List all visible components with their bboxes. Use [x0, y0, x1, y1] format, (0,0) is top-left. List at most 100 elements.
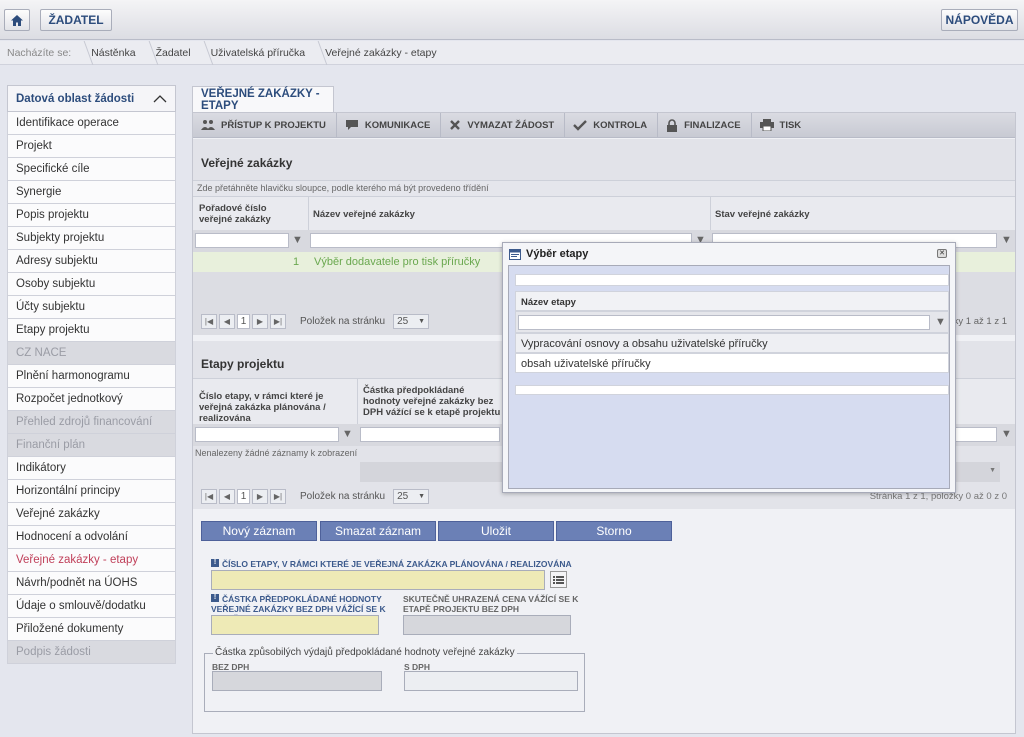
lock-icon: [667, 118, 678, 132]
ep-pager: |◀ ◀ 1 ▶ ▶| Položek na stránku 25 ▼: [201, 489, 430, 504]
sidebar-item-popis-projektu[interactable]: Popis projektu: [7, 204, 176, 227]
list-item[interactable]: Vypracování osnovy a obsahu uživatelské …: [515, 333, 949, 353]
page-size-select[interactable]: 25 ▼: [393, 314, 430, 329]
breadcrumb-item-current: Veřejné zakázky - etapy: [315, 47, 446, 59]
close-icon[interactable]: ✕: [937, 249, 947, 258]
sidebar-item-financni-plan: Finanční plán: [7, 434, 176, 457]
breadcrumb-item-prirucka[interactable]: Uživatelská příručka: [201, 47, 316, 59]
sidebar-item-ucty-subjektu[interactable]: Účty subjektu: [7, 296, 176, 319]
chevron-up-icon[interactable]: [153, 94, 167, 103]
sidebar-item-projekt[interactable]: Projekt: [7, 135, 176, 158]
next-page-icon[interactable]: ▶: [252, 489, 268, 504]
ep-filter-etapa[interactable]: [195, 427, 339, 442]
sidebar-item-etapy-projektu[interactable]: Etapy projektu: [7, 319, 176, 342]
page-size-select[interactable]: 25 ▼: [393, 489, 430, 504]
first-page-icon[interactable]: |◀: [201, 314, 217, 329]
sidebar-item-verejne-zakazky[interactable]: Veřejné zakázky: [7, 503, 176, 526]
checkmark-icon: [573, 120, 588, 131]
sidebar-item-navrh-uohs[interactable]: Návrh/podnět na ÚOHS: [7, 572, 176, 595]
print-button[interactable]: TISK: [752, 113, 812, 138]
sidebar-item-adresy-subjektu[interactable]: Adresy subjektu: [7, 250, 176, 273]
filter-icon[interactable]: ▼: [1001, 428, 1013, 440]
filter-icon[interactable]: ▼: [292, 234, 304, 246]
chat-icon: [345, 120, 358, 130]
ep-filter-castka[interactable]: [360, 427, 500, 442]
page-number[interactable]: 1: [237, 489, 250, 504]
ep-filter-other[interactable]: [953, 427, 997, 442]
vz-col-number[interactable]: Pořadové číslo veřejné zakázky: [199, 203, 299, 225]
finalize-button[interactable]: FINALIZACE: [658, 112, 752, 138]
first-page-icon[interactable]: |◀: [201, 489, 217, 504]
breadcrumb: Nacházíte se: Nástěnka Žadatel Uživatels…: [0, 41, 1024, 65]
sidebar-item-indikatory[interactable]: Indikátory: [7, 457, 176, 480]
vz-col-name[interactable]: Název veřejné zakázky: [313, 209, 415, 220]
filter-icon[interactable]: ▼: [1001, 234, 1013, 246]
etapa-label-text: ČÍSLO ETAPY, V RÁMCI KTERÉ JE VEŘEJNÁ ZA…: [222, 559, 572, 569]
breadcrumb-item-zadatel[interactable]: Žadatel: [146, 47, 201, 59]
dialog-row-1: obsah uživatelské příručky: [521, 358, 651, 370]
list-picker-button[interactable]: [550, 571, 567, 588]
filter-icon[interactable]: ▼: [342, 428, 354, 440]
window-icon: [509, 248, 521, 260]
sidebar-item-hodnoceni[interactable]: Hodnocení a odvolání: [7, 526, 176, 549]
sidebar-item-synergie[interactable]: Synergie: [7, 181, 176, 204]
sidebar-item-plneni-harmonogramu[interactable]: Plnění harmonogramu: [7, 365, 176, 388]
check-button[interactable]: KONTROLA: [565, 112, 659, 138]
sidebar-item-prilozene-dokumenty[interactable]: Přiložené dokumenty: [7, 618, 176, 641]
ep-col-castka[interactable]: Částka předpokládané hodnoty veřejné zak…: [363, 385, 503, 418]
castka-field[interactable]: [211, 615, 379, 635]
ep-section-title: Etapy projektu: [201, 357, 285, 371]
home-button[interactable]: [4, 9, 30, 31]
delete-application-button[interactable]: VYMAZAT ŽÁDOST: [441, 112, 566, 138]
dph-group-legend: Částka způsobilých výdajů předpokládané …: [213, 647, 517, 658]
delete-record-button[interactable]: Smazat záznam: [320, 521, 436, 541]
people-icon: [201, 120, 215, 130]
etapa-field[interactable]: [211, 570, 545, 590]
new-record-button[interactable]: Nový záznam: [201, 521, 317, 541]
list-item[interactable]: obsah uživatelské příručky: [515, 353, 949, 373]
prev-page-icon[interactable]: ◀: [219, 314, 235, 329]
dialog-top-bar: [515, 274, 949, 286]
sidebar-header[interactable]: Datová oblast žádosti: [7, 85, 176, 112]
help-button[interactable]: NÁPOVĚDA: [941, 9, 1018, 31]
communication-button[interactable]: KOMUNIKACE: [337, 112, 442, 138]
required-icon: !: [211, 559, 219, 567]
sidebar-item-cz-nace: CZ NACE: [7, 342, 176, 365]
sidebar-item-rozpocet[interactable]: Rozpočet jednotkový: [7, 388, 176, 411]
filter-icon[interactable]: ▼: [935, 316, 947, 328]
skutecne-field: [403, 615, 571, 635]
zadatel-button[interactable]: ŽADATEL: [40, 9, 112, 31]
last-page-icon[interactable]: ▶|: [270, 314, 286, 329]
ep-col-etapa[interactable]: Číslo etapy, v rámci které je veřejná za…: [199, 391, 339, 424]
dialog-body: Název etapy ▼ Vypracování osnovy a obsah…: [508, 265, 950, 489]
toolbar: PŘÍSTUP K PROJEKTU KOMUNIKACE VYMAZAT ŽÁ…: [193, 112, 1015, 138]
dialog-column-header[interactable]: Název etapy: [515, 291, 949, 311]
vz-col-status[interactable]: Stav veřejné zakázky: [715, 209, 810, 220]
printer-icon: [759, 119, 774, 131]
sidebar-item-vz-etapy[interactable]: Veřejné zakázky - etapy: [7, 549, 176, 572]
cancel-button[interactable]: Storno: [556, 521, 672, 541]
sidebar-item-horizontalni-principy[interactable]: Horizontální principy: [7, 480, 176, 503]
finalize-label: FINALIZACE: [684, 119, 741, 131]
sidebar-item-identifikace[interactable]: Identifikace operace: [7, 112, 176, 135]
save-button[interactable]: Uložit: [438, 521, 554, 541]
dialog-row-0: Vypracování osnovy a obsahu uživatelské …: [521, 338, 768, 350]
sidebar-item-osoby-subjektu[interactable]: Osoby subjektu: [7, 273, 176, 296]
access-project-label: PŘÍSTUP K PROJEKTU: [221, 119, 326, 131]
chevron-down-icon: ▼: [418, 493, 426, 500]
page-size-value: 25: [397, 316, 409, 327]
sidebar-item-subjekty-projektu[interactable]: Subjekty projektu: [7, 227, 176, 250]
dialog-filter-input[interactable]: [518, 315, 930, 330]
next-page-icon[interactable]: ▶: [252, 314, 268, 329]
sidebar-item-udaje-smlouva[interactable]: Údaje o smlouvě/dodatku: [7, 595, 176, 618]
page-number[interactable]: 1: [237, 314, 250, 329]
breadcrumb-item-nastenka[interactable]: Nástěnka: [81, 47, 145, 59]
sidebar-item-specificke-cile[interactable]: Specifické cíle: [7, 158, 176, 181]
prev-page-icon[interactable]: ◀: [219, 489, 235, 504]
vz-filter-number[interactable]: [195, 233, 289, 248]
last-page-icon[interactable]: ▶|: [270, 489, 286, 504]
home-icon: [11, 14, 23, 26]
access-project-button[interactable]: PŘÍSTUP K PROJEKTU: [193, 112, 337, 138]
etapa-field-label: ! ČÍSLO ETAPY, V RÁMCI KTERÉ JE VEŘEJNÁ Z…: [211, 559, 631, 569]
s-dph-field: [404, 671, 578, 691]
